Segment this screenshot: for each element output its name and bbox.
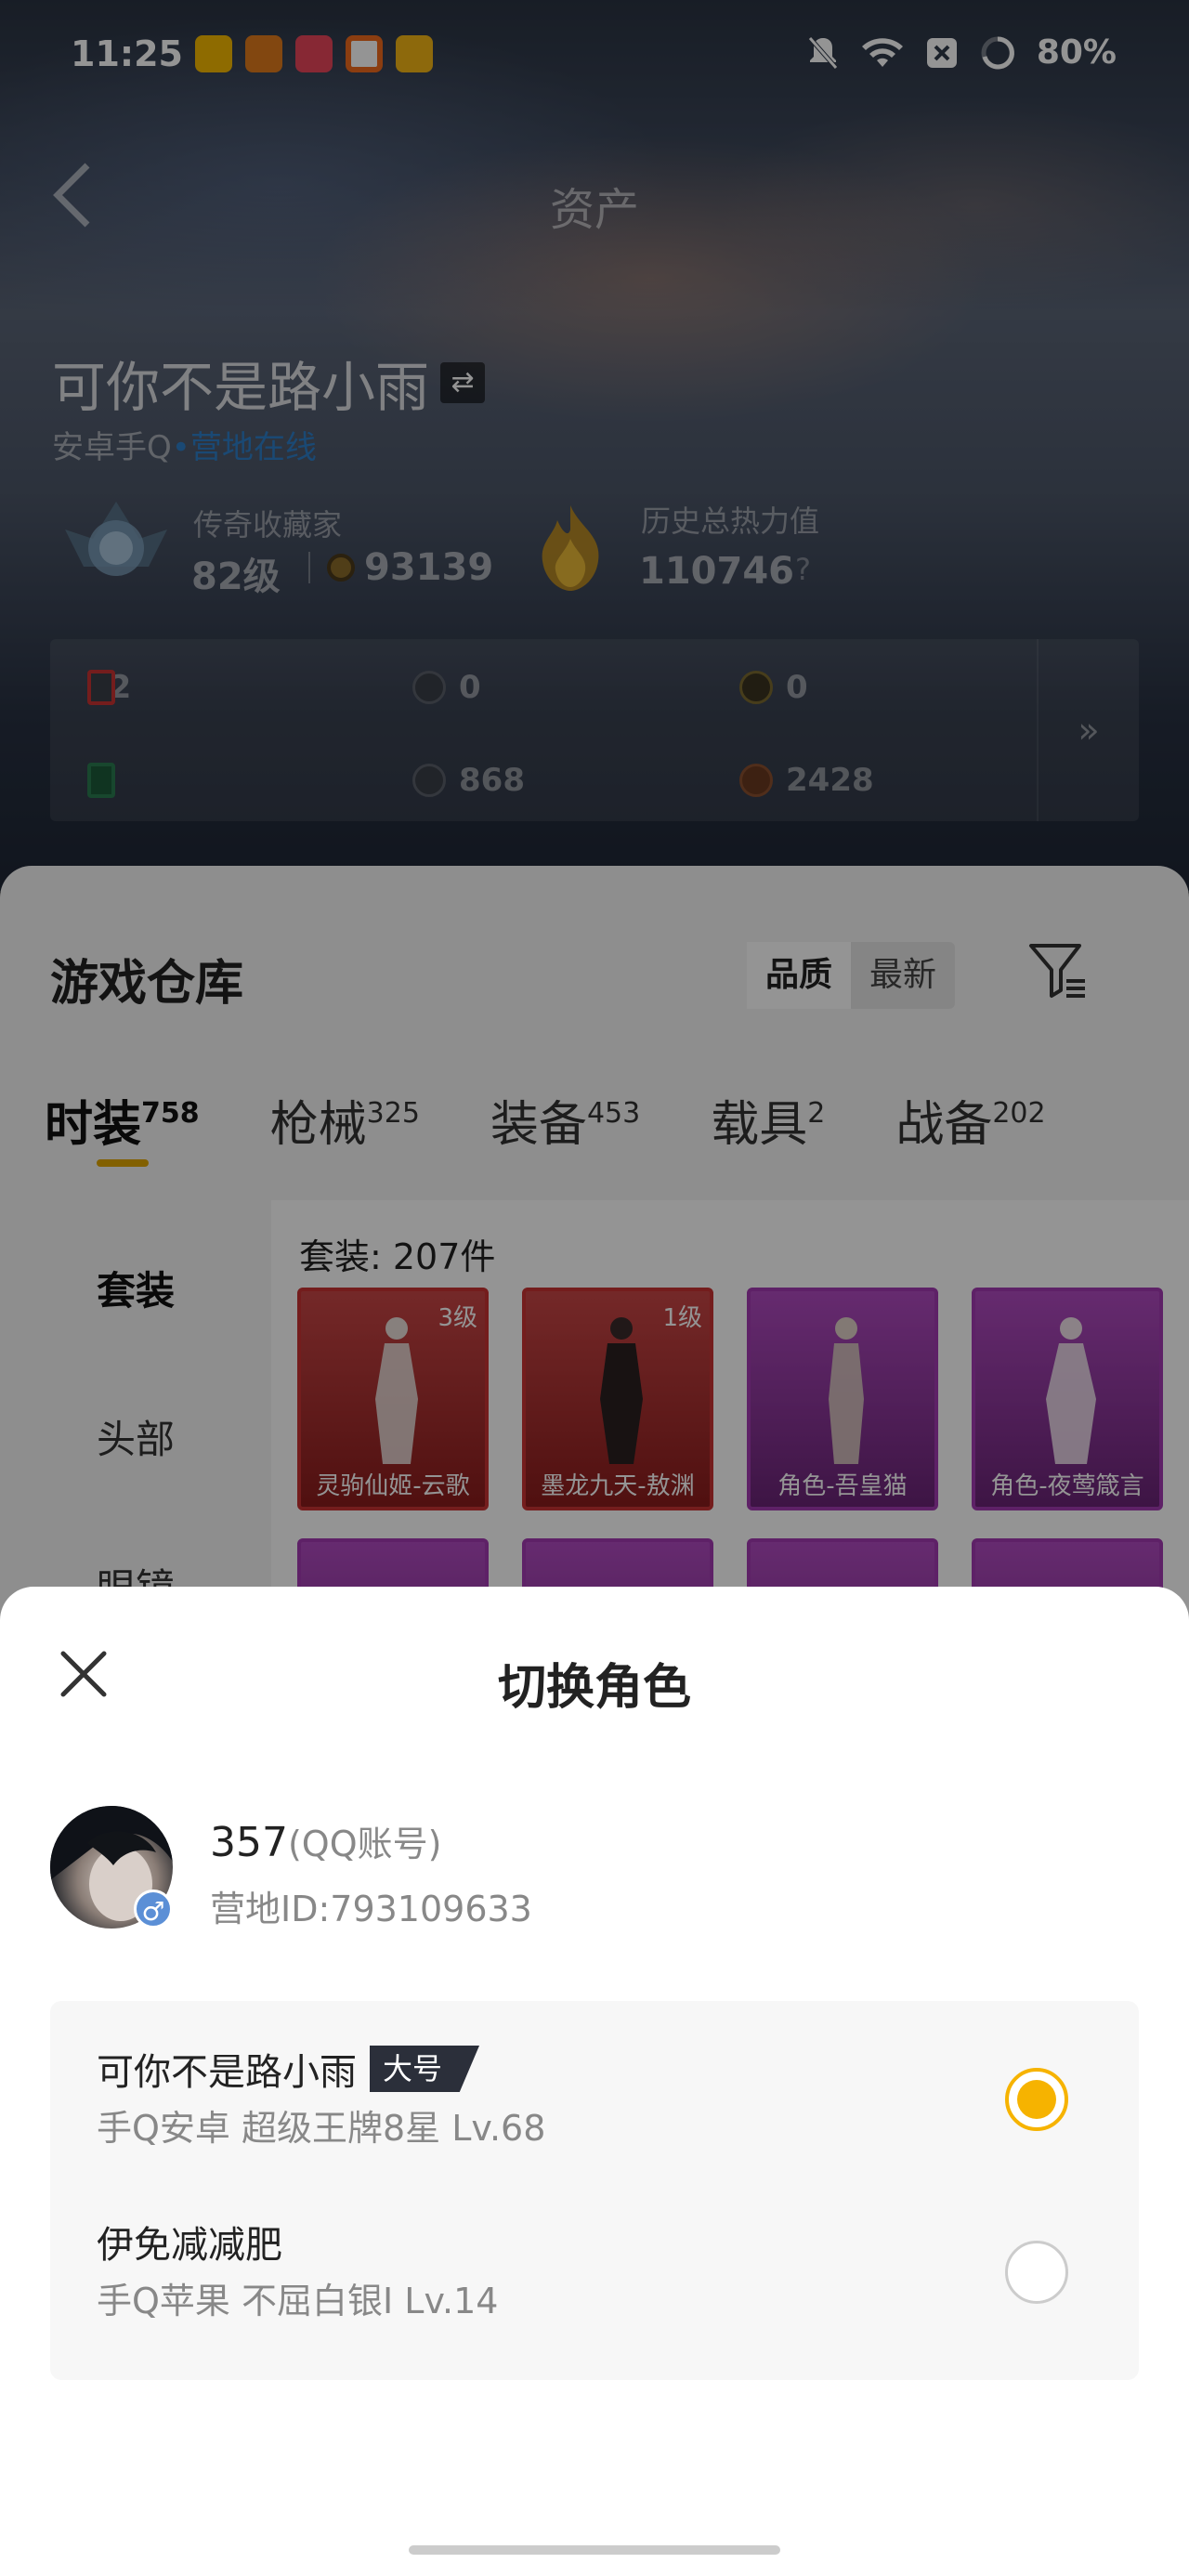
role-item[interactable]: 可你不是路小雨 大号 手Q安卓 超级王牌8星 Lv.68 [50, 2001, 1139, 2174]
role-detail: 手Q安卓 超级王牌8星 Lv.68 [97, 2108, 546, 2149]
camp-id: 营地ID:793109633 [210, 1889, 532, 1929]
role-item[interactable]: 伊免减减肥 手Q苹果 不屈白银I Lv.14 [50, 2174, 1139, 2347]
role-detail: 手Q苹果 不屈白银I Lv.14 [97, 2281, 499, 2321]
sheet-title: 切换角色 [497, 1660, 691, 1716]
role-name-row: 可你不是路小雨 大号 [97, 2042, 480, 2096]
role-name: 可你不是路小雨 [97, 2051, 357, 2094]
account-type: (QQ账号) [287, 1824, 442, 1864]
role-name-row: 伊免减减肥 [97, 2215, 282, 2269]
role-radio-selected[interactable] [1005, 2068, 1068, 2131]
home-indicator[interactable] [409, 2545, 780, 2555]
role-name: 伊免减减肥 [97, 2224, 282, 2267]
account-name: 357(QQ账号) [210, 1815, 441, 1866]
role-list: 可你不是路小雨 大号 手Q安卓 超级王牌8星 Lv.68 伊免减减肥 手Q苹果 … [50, 2001, 1139, 2380]
role-radio[interactable] [1005, 2241, 1068, 2304]
account-number: 357 [210, 1819, 288, 1866]
main-account-badge: 大号 [370, 2046, 480, 2092]
switch-role-sheet: 切换角色 ♂ 357(QQ账号) 营地ID:793109633 可你不是路小雨 … [0, 1587, 1189, 2576]
male-icon: ♂ [134, 1890, 173, 1929]
